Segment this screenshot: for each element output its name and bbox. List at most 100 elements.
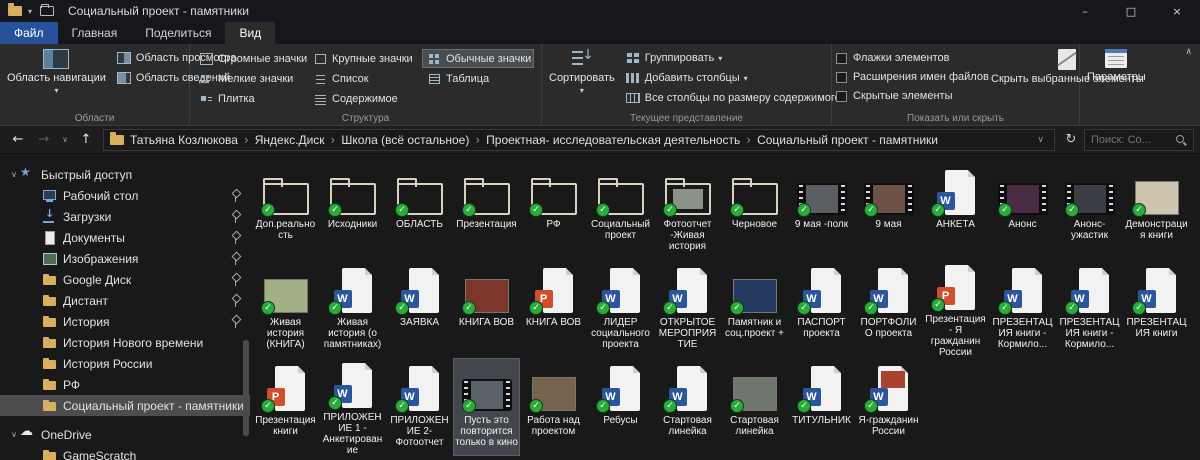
file-item[interactable]: ПРЕЗЕНТАЦИЯ книги - Кормило... (1056, 260, 1123, 358)
breadcrumb-segment[interactable]: Школа (всё остальное) (335, 133, 480, 147)
back-button[interactable]: ← (6, 129, 30, 151)
breadcrumb-segment[interactable]: Яндекс.Диск (249, 133, 336, 147)
file-item[interactable]: 9 мая -полк (788, 162, 855, 260)
file-item[interactable]: ЛИДЕР социального проекта (587, 260, 654, 358)
layout-option[interactable]: Огромные значки (194, 49, 307, 68)
sidebar-item[interactable]: История (0, 311, 250, 332)
layout-option[interactable]: Мелкие значки (194, 69, 306, 88)
forward-button[interactable]: → (32, 129, 56, 151)
sidebar-scrollbar[interactable] (243, 340, 249, 436)
file-item[interactable]: Презентация книги (252, 358, 319, 456)
ribbon-checkbox[interactable]: Скрытые элементы (836, 90, 988, 102)
search-input[interactable] (1091, 133, 1175, 146)
ribbon-tab[interactable]: Файл (0, 22, 58, 44)
ribbon-tab[interactable]: Поделиться (131, 22, 225, 44)
sidebar-item[interactable]: Рабочий стол (0, 185, 250, 206)
file-item[interactable]: Я-гражданин России (855, 358, 922, 456)
file-item[interactable]: Черновое (721, 162, 788, 260)
search-icon[interactable] (1175, 134, 1187, 146)
file-item[interactable]: ПРЕЗЕНТАЦИЯ книги - Кормило... (989, 260, 1056, 358)
recent-locations-icon[interactable]: ∨ (58, 129, 72, 151)
file-item[interactable]: ОТКРЫТОЕ МЕРОПРИЯТИЕ (654, 260, 721, 358)
close-button[interactable]: × (1154, 0, 1200, 22)
address-history-icon[interactable]: ∨ (1033, 135, 1048, 145)
file-item[interactable]: Презентация - Я гражданин России (922, 260, 989, 358)
layout-option[interactable]: Плитка (194, 89, 306, 108)
file-item[interactable]: Анонс (989, 162, 1056, 260)
ribbon-checkbox[interactable]: Флажки элементов (836, 52, 988, 64)
file-item[interactable]: Презентация (453, 162, 520, 260)
sidebar-item[interactable]: Дистант (0, 290, 250, 311)
file-item[interactable]: Стартовая линейка (654, 358, 721, 456)
file-item[interactable]: Ребусы (587, 358, 654, 456)
refresh-icon[interactable]: ↻ (1060, 129, 1082, 151)
layout-option[interactable]: Обычные значки (422, 49, 534, 68)
folder-options-button[interactable]: Параметры (1084, 47, 1149, 85)
file-item[interactable]: КНИГА ВОВ (453, 260, 520, 358)
layout-option[interactable]: Таблица (422, 69, 534, 88)
minimize-button[interactable]: – (1062, 0, 1108, 22)
search-box[interactable] (1084, 128, 1194, 151)
file-item[interactable]: Фотоотчет -Живая история (654, 162, 721, 260)
ribbon-checkbox[interactable]: Расширения имен файлов (836, 71, 989, 83)
navigation-pane-button[interactable]: Область навигации (4, 47, 109, 99)
breadcrumb-segment[interactable]: Социальный проект - памятники (751, 133, 944, 147)
up-button[interactable]: ↑ (74, 129, 98, 151)
file-item[interactable]: Социальный проект (587, 162, 654, 260)
file-item[interactable]: РФ (520, 162, 587, 260)
file-item[interactable]: ТИТУЛЬНИК (788, 358, 855, 456)
layout-option[interactable]: Крупные значки (308, 49, 420, 68)
ribbon-tab[interactable]: Вид (225, 22, 276, 44)
layout-option[interactable]: Список (308, 69, 420, 88)
file-item[interactable]: Анонс-ужастик (1056, 162, 1123, 260)
file-item[interactable]: ЗАЯВКА (386, 260, 453, 358)
sort-button[interactable]: Сортировать (546, 47, 618, 99)
expander-icon[interactable]: ∨ (8, 430, 20, 439)
file-item[interactable]: Пусть это повторится только в кино (453, 358, 520, 456)
file-item[interactable]: Демонстрация книги (1123, 162, 1190, 260)
file-item[interactable]: Памятник и соц.проект + (721, 260, 788, 358)
sidebar-item-icon (42, 252, 57, 265)
ribbon-small-button[interactable]: Добавить столбцы (622, 71, 845, 85)
file-item[interactable]: ПОРТФОЛИО проекта (855, 260, 922, 358)
breadcrumb[interactable]: Татьяна Козлюкова Яндекс.Диск Школа (всё… (103, 128, 1055, 151)
ribbon-small-button[interactable]: Все столбцы по размеру содержимого (622, 91, 845, 105)
expander-icon[interactable]: ∨ (8, 170, 20, 179)
sidebar-item[interactable]: История России (0, 353, 250, 374)
sidebar-item[interactable]: Изображения (0, 248, 250, 269)
file-item[interactable]: Доп.реальность (252, 162, 319, 260)
file-item[interactable]: Живая история (КНИГА) (252, 260, 319, 358)
maximize-button[interactable]: □ (1108, 0, 1154, 22)
file-icon (522, 165, 585, 217)
file-item[interactable]: ПАСПОРТ проекта (788, 260, 855, 358)
ribbon-tab[interactable]: Главная (58, 22, 132, 44)
sidebar-item[interactable]: Документы (0, 227, 250, 248)
collapse-ribbon-icon[interactable]: ∧ (1185, 47, 1192, 57)
layout-option[interactable]: Содержимое (308, 89, 420, 108)
file-item[interactable]: ПРЕЗЕНТАЦИЯ книги (1123, 260, 1190, 358)
file-item[interactable]: ПРИЛОЖЕНИЕ 1 - Анкетирование (319, 358, 386, 456)
sidebar-item[interactable]: Социальный проект - памятники (0, 395, 250, 416)
quick-access-folder-icon[interactable] (40, 4, 55, 16)
sidebar-item[interactable]: GameScratch (0, 445, 250, 460)
sidebar-item[interactable]: РФ (0, 374, 250, 395)
file-item[interactable]: Стартовая линейка (721, 358, 788, 456)
quick-access-toolbar-chevron-icon[interactable]: ▾ (28, 7, 32, 16)
file-item[interactable]: ПРИЛОЖЕНИЕ 2- Фотоотчет (386, 358, 453, 456)
file-label: Черновое (731, 219, 778, 230)
file-item[interactable]: КНИГА ВОВ (520, 260, 587, 358)
file-item[interactable]: Работа над проектом (520, 358, 587, 456)
breadcrumb-segment[interactable]: Проектная- исследовательская деятельност… (480, 133, 751, 147)
file-item[interactable]: Живая история (о памятниках) (319, 260, 386, 358)
file-item[interactable]: ОБЛАСТЬ (386, 162, 453, 260)
file-item[interactable]: Исходники (319, 162, 386, 260)
sidebar-item[interactable]: ∨ OneDrive (0, 424, 250, 445)
sidebar-item[interactable]: Загрузки (0, 206, 250, 227)
file-item[interactable]: АНКЕТА (922, 162, 989, 260)
sidebar-item[interactable]: ∨ Быстрый доступ (0, 164, 250, 185)
file-item[interactable]: 9 мая (855, 162, 922, 260)
sidebar-item[interactable]: История Нового времени (0, 332, 250, 353)
sidebar-item[interactable]: Google Диск (0, 269, 250, 290)
ribbon-small-button[interactable]: Группировать (622, 51, 845, 65)
breadcrumb-segment[interactable]: Татьяна Козлюкова (124, 133, 249, 147)
